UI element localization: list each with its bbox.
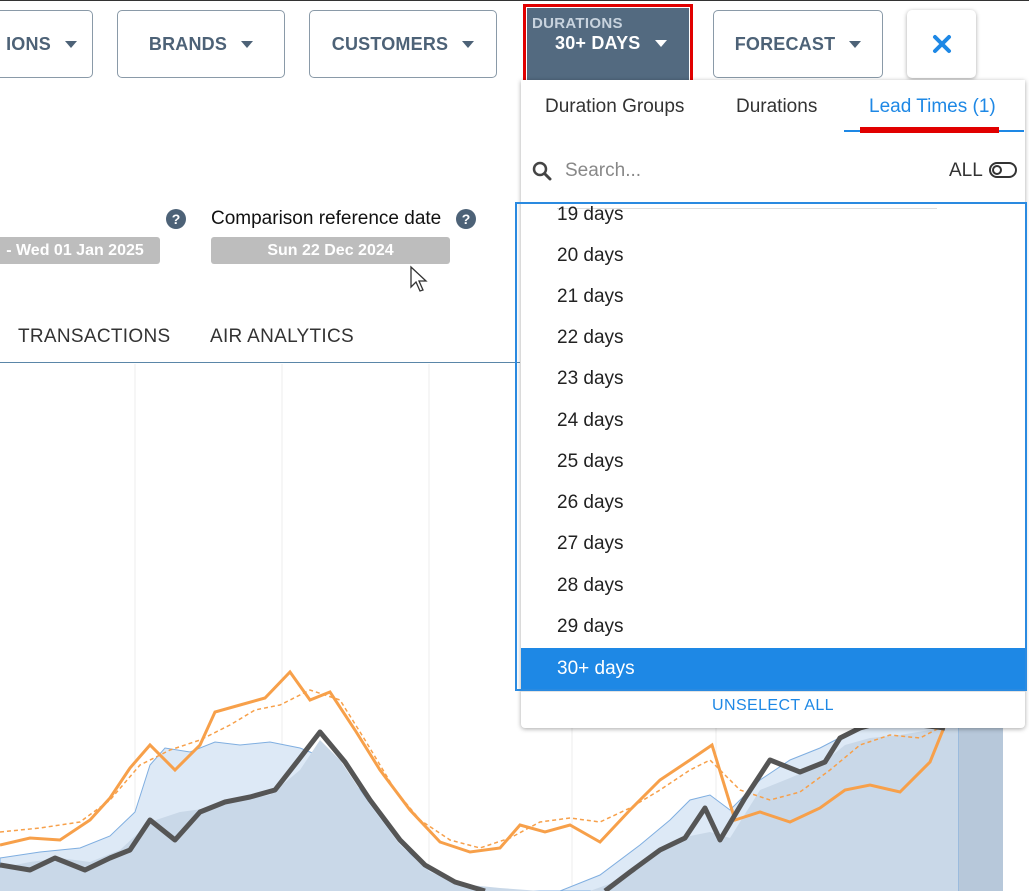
unselect-all-button[interactable]: UNSELECT ALL (521, 697, 1025, 715)
top-border (0, 0, 1029, 1)
list-item[interactable]: 27 days (521, 523, 1025, 564)
help-icon[interactable]: ? (456, 209, 476, 229)
list-item[interactable]: 25 days (521, 441, 1025, 482)
list-item[interactable]: 23 days (521, 358, 1025, 399)
highlight-box-durations (523, 4, 693, 85)
filter-label: IONS (6, 33, 51, 54)
tab-lead-times[interactable]: Lead Times (1) (869, 96, 996, 118)
filter-button-forecast[interactable]: FORECAST (713, 10, 883, 78)
tabs-divider (0, 362, 520, 363)
mouse-cursor-icon (410, 265, 428, 292)
list-item[interactable]: 28 days (521, 565, 1025, 606)
date-range-end: - Wed 01 Jan 2025 (6, 241, 144, 259)
toggle-knob (992, 165, 1002, 175)
comparison-date-value: Sun 22 Dec 2024 (267, 241, 394, 259)
filter-label: CUSTOMERS (331, 33, 449, 54)
filter-button-locations[interactable]: IONS (0, 10, 93, 78)
filter-button-brands[interactable]: BRANDS (117, 10, 285, 78)
list-item[interactable]: 24 days (521, 400, 1025, 441)
tab-air-analytics[interactable]: AIR ANALYTICS (210, 326, 354, 348)
highlight-underline-red (860, 127, 999, 133)
tab-transactions[interactable]: TRANSACTIONS (18, 326, 170, 348)
list-item[interactable]: 19 days (521, 204, 1025, 235)
caret-down-icon (64, 40, 77, 48)
list-item[interactable]: 22 days (521, 317, 1025, 358)
caret-down-icon (849, 40, 862, 48)
filter-button-customers[interactable]: CUSTOMERS (309, 10, 497, 78)
tab-duration-groups[interactable]: Duration Groups (545, 96, 684, 118)
all-toggle-label: ALL (949, 160, 983, 181)
filter-label: BRANDS (148, 33, 228, 54)
forecast-band (958, 728, 1003, 891)
filter-label: FORECAST (734, 33, 836, 54)
help-icon[interactable]: ? (166, 209, 186, 229)
caret-down-icon (241, 40, 254, 48)
close-icon (932, 35, 951, 53)
close-button[interactable] (907, 10, 976, 78)
search-input[interactable] (563, 156, 897, 186)
list-item-selected[interactable]: 30+ days (521, 648, 1025, 689)
search-icon (532, 161, 552, 181)
list-item[interactable]: 29 days (521, 606, 1025, 647)
comparison-date-label: Comparison reference date (211, 208, 442, 229)
list-item[interactable]: 26 days (521, 482, 1025, 523)
all-toggle[interactable] (989, 162, 1017, 178)
lead-times-list[interactable]: 19 days 20 days 21 days 22 days 23 days … (521, 204, 1025, 690)
comparison-date-chip[interactable]: Sun 22 Dec 2024 (211, 237, 450, 264)
caret-down-icon (462, 40, 475, 48)
date-range-chip[interactable]: - Wed 01 Jan 2025 (0, 237, 160, 264)
list-item[interactable]: 20 days (521, 235, 1025, 276)
list-item[interactable]: 21 days (521, 276, 1025, 317)
footer-divider (521, 691, 1025, 692)
tab-durations[interactable]: Durations (736, 96, 817, 118)
